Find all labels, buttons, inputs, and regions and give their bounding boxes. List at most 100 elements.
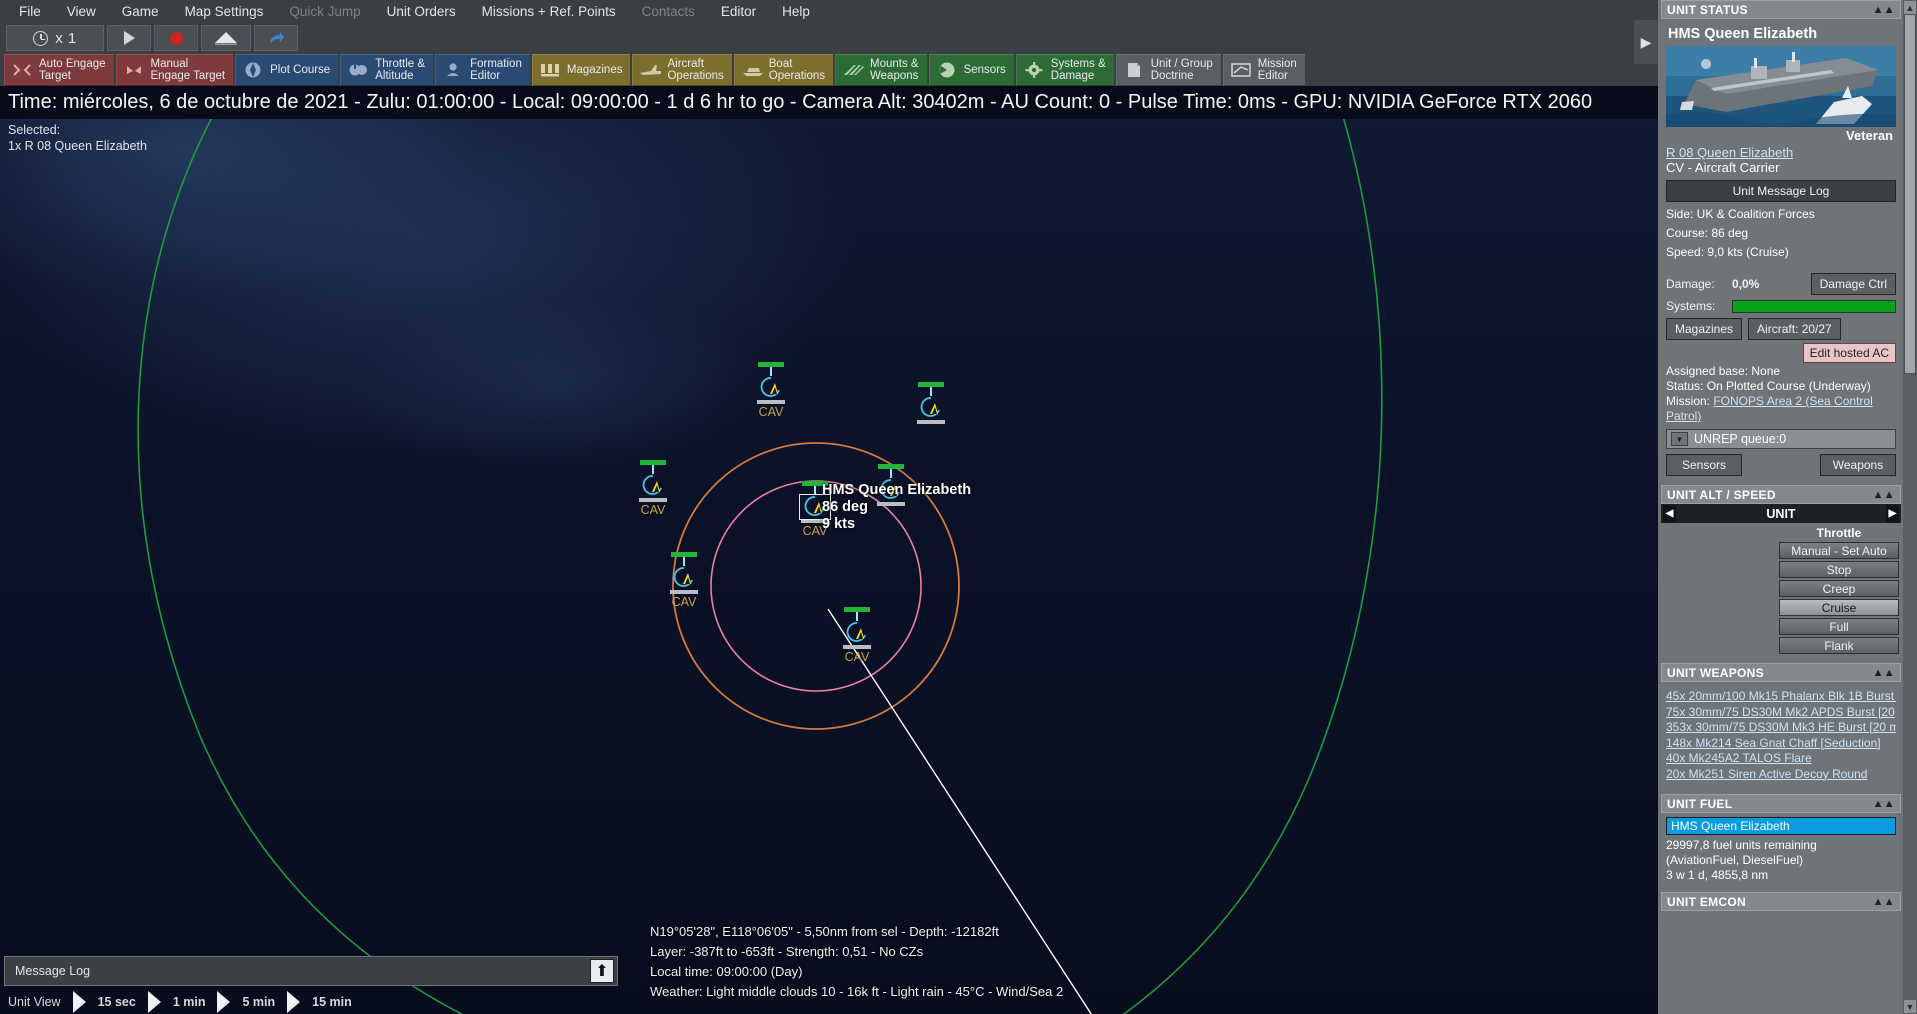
damage-label: Damage: — [1666, 277, 1724, 291]
message-log-bar[interactable]: Message Log ⬆ — [4, 956, 618, 986]
sidebar-collapse-tab[interactable]: ▶ — [1634, 20, 1658, 64]
play-button[interactable] — [107, 25, 151, 51]
scrollbar-thumb[interactable] — [1904, 14, 1916, 374]
unit-status-header[interactable]: UNIT STATUS ▲▲ — [1661, 0, 1901, 19]
magazines-button[interactable]: Magazines — [1666, 318, 1742, 340]
chevron-left-icon[interactable]: ◀ — [1663, 505, 1676, 522]
map-unit-icon[interactable] — [916, 382, 946, 424]
map-info-line: N19°05'28", E118°06'05" - 5,50nm from se… — [650, 922, 1063, 942]
throttle-option-full[interactable]: Full — [1779, 618, 1899, 635]
weapon-item[interactable]: 148x Mk214 Sea Gnat Chaff [Seduction] — [1666, 736, 1896, 752]
panel-unit-status: UNIT STATUS ▲▲ HMS Queen Elizabeth — [1661, 0, 1901, 482]
throttle-option-cruise[interactable]: Cruise — [1779, 599, 1899, 616]
weapon-item[interactable]: 45x 20mm/100 Mk15 Phalanx Blk 1B Burst [ — [1666, 689, 1896, 705]
map-unit-icon[interactable]: CAV — [638, 460, 668, 517]
unit-status-text: Status: On Plotted Course (Underway) — [1666, 379, 1896, 394]
order-button-manual[interactable]: ManualEngage Target — [116, 54, 234, 86]
unit-emcon-header[interactable]: UNIT EMCON ▲▲ — [1661, 892, 1901, 911]
throttle-option-stop[interactable]: Stop — [1779, 561, 1899, 578]
throttle-manual-button[interactable]: Manual - Set Auto — [1779, 542, 1899, 559]
share-button[interactable] — [254, 25, 298, 51]
sensors-button[interactable]: Sensors — [1666, 454, 1742, 476]
menu-item-unit-orders[interactable]: Unit Orders — [374, 2, 469, 21]
unit-stem — [652, 465, 654, 474]
sidebar-scrollbar[interactable]: ▲ ▼ — [1903, 0, 1917, 1014]
weapon-item[interactable]: 75x 30mm/75 DS30M Mk2 APDS Burst [20 — [1666, 705, 1896, 721]
unit-tab-label[interactable]: UNIT — [1676, 507, 1886, 521]
assigned-base: Assigned base: None — [1666, 364, 1896, 379]
map-info-line: Local time: 09:00:00 (Day) — [650, 962, 1063, 982]
edit-hosted-ac-button[interactable]: Edit hosted AC — [1803, 343, 1896, 363]
order-button-formation[interactable]: FormationEditor — [435, 54, 530, 86]
map-view[interactable]: Time: miércoles, 6 de octubre de 2021 - … — [0, 86, 1658, 1014]
time-step-15-min[interactable]: 15 min — [304, 995, 360, 1009]
order-button-unit-group[interactable]: Unit / GroupDoctrine — [1116, 54, 1221, 86]
order-button-auto-engage[interactable]: Auto EngageTarget — [4, 54, 114, 86]
time-step-1-min[interactable]: 1 min — [165, 995, 214, 1009]
order-button-mounts[interactable]: Mounts &Weapons — [835, 54, 927, 86]
chevron-up-icon[interactable]: ▲▲ — [1873, 489, 1895, 501]
selection-label: Selected: — [8, 122, 147, 138]
order-button-systems[interactable]: Systems &Damage — [1016, 54, 1114, 86]
throttle-option-flank[interactable]: Flank — [1779, 637, 1899, 654]
time-step-5-min[interactable]: 5 min — [234, 995, 283, 1009]
menu-item-map-settings[interactable]: Map Settings — [172, 2, 277, 21]
time-multiplier-button[interactable]: x 1 — [6, 25, 104, 51]
menu-item-help[interactable]: Help — [769, 2, 823, 21]
fuel-details: 29997,8 fuel units remaining (AviationFu… — [1666, 838, 1896, 883]
unit-fuel-header[interactable]: UNIT FUEL ▲▲ — [1661, 794, 1901, 813]
aircraft-button[interactable]: Aircraft: 20/27 — [1748, 318, 1841, 340]
missile-icon — [842, 60, 864, 80]
order-button-aircraft[interactable]: AircraftOperations — [632, 54, 731, 86]
scroll-down-icon[interactable]: ▼ — [1904, 1000, 1916, 1013]
chevron-down-icon[interactable]: ▼ — [1671, 432, 1688, 446]
record-button[interactable] — [154, 25, 198, 51]
weapon-item[interactable]: 20x Mk251 Siren Active Decoy Round — [1666, 767, 1896, 783]
damage-ctrl-button[interactable]: Damage Ctrl — [1811, 273, 1896, 295]
expand-up-icon[interactable]: ⬆ — [590, 959, 614, 983]
weapon-item[interactable]: 353x 30mm/75 DS30M Mk3 HE Burst [20 m — [1666, 720, 1896, 736]
unit-alt-speed-title: UNIT ALT / SPEED — [1667, 488, 1776, 502]
time-step-15-sec[interactable]: 15 sec — [90, 995, 144, 1009]
weapons-button[interactable]: Weapons — [1820, 454, 1896, 476]
chevron-up-icon[interactable]: ▲▲ — [1873, 798, 1895, 810]
map-unit-icon[interactable]: CAV — [756, 362, 786, 419]
unit-link[interactable]: R 08 Queen Elizabeth — [1666, 145, 1896, 160]
order-button-sensors[interactable]: Sensors — [929, 54, 1014, 86]
unit-message-log-button[interactable]: Unit Message Log — [1666, 180, 1896, 202]
order-button-magazines[interactable]: Magazines — [532, 54, 631, 86]
order-button-boat[interactable]: BoatOperations — [734, 54, 833, 86]
unit-cav-label: CAV — [756, 405, 786, 419]
chevron-up-icon[interactable]: ▲▲ — [1873, 4, 1895, 16]
fuel-unit-selected[interactable]: HMS Queen Elizabeth — [1666, 817, 1896, 835]
menu-item-file[interactable]: File — [6, 2, 54, 21]
map-unit-icon[interactable]: CAV — [842, 607, 872, 664]
chevron-up-icon[interactable]: ▲▲ — [1873, 667, 1895, 679]
unrep-queue-dropdown[interactable]: ▼ UNREP queue:0 — [1666, 429, 1896, 449]
unit-alt-speed-header[interactable]: UNIT ALT / SPEED ▲▲ — [1661, 485, 1901, 504]
play-icon — [124, 31, 135, 45]
weapon-item[interactable]: 40x Mk245A2 TALOS Flare — [1666, 751, 1896, 767]
map-unit-icon[interactable]: CAV — [669, 552, 699, 609]
veteran-label: Veteran — [1666, 127, 1896, 145]
menu-item-game[interactable]: Game — [109, 2, 172, 21]
menu-item-missions-ref-points[interactable]: Missions + Ref. Points — [469, 2, 629, 21]
order-button-plot-course[interactable]: Plot Course — [235, 54, 338, 86]
menu-item-editor[interactable]: Editor — [708, 2, 769, 21]
chevron-right-icon[interactable]: ▶ — [1886, 505, 1899, 522]
unit-name: HMS Queen Elizabeth — [1666, 23, 1896, 46]
menu-item-view[interactable]: View — [54, 2, 109, 21]
step-chevron-icon — [217, 991, 230, 1013]
unit-symbol — [669, 566, 699, 590]
throttle-option-creep[interactable]: Creep — [1779, 580, 1899, 597]
order-button-throttle[interactable]: Throttle &Altitude — [340, 54, 433, 86]
selected-unit-speed: 9 kts — [822, 516, 971, 533]
unit-weapons-header[interactable]: UNIT WEAPONS ▲▲ — [1661, 663, 1901, 682]
chevron-up-icon[interactable]: ▲▲ — [1873, 896, 1895, 908]
scroll-up-icon[interactable]: ▲ — [1904, 1, 1916, 14]
order-button-mission[interactable]: MissionEditor — [1223, 54, 1305, 86]
layers-button[interactable] — [201, 25, 251, 51]
unit-emcon-title: UNIT EMCON — [1667, 895, 1746, 909]
doctrine-icon — [1123, 60, 1145, 80]
order-button-line2: Editor — [470, 70, 522, 82]
